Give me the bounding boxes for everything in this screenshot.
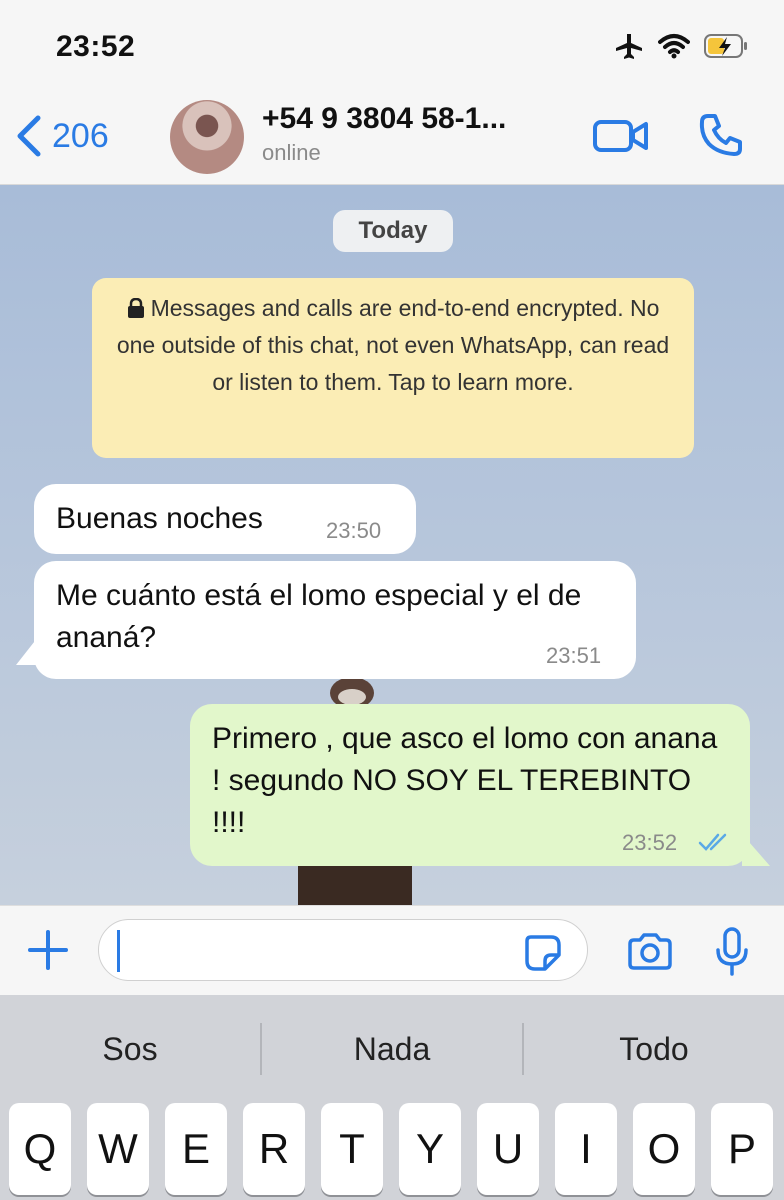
camera-button[interactable]	[626, 932, 674, 977]
message-bubble-incoming[interactable]: Me cuánto está el lomo especial y el de …	[34, 561, 636, 679]
message-bubble-incoming[interactable]: Buenas noches 23:50	[34, 484, 416, 554]
message-text: Buenas noches	[56, 502, 263, 535]
microphone-icon	[716, 927, 748, 976]
chat-header: 206 +54 9 3804 58-1... online	[0, 92, 784, 185]
key-o[interactable]: O	[633, 1103, 695, 1195]
read-receipt-icon	[698, 833, 727, 851]
predictive-bar: Sos Nada Todo	[0, 1013, 784, 1085]
suggestion-item[interactable]: Nada	[262, 1013, 522, 1085]
wifi-icon	[658, 34, 690, 59]
status-bar: 23:52	[0, 0, 784, 92]
keyboard-row-1: Q W E R T Y U I O P	[0, 1103, 784, 1195]
date-label: Today	[333, 210, 453, 252]
camera-icon	[628, 933, 672, 970]
message-time: 23:52	[622, 830, 678, 855]
key-r[interactable]: R	[243, 1103, 305, 1195]
suggestion-item[interactable]: Sos	[0, 1013, 260, 1085]
key-t[interactable]: T	[321, 1103, 383, 1195]
suggestion-item[interactable]: Todo	[524, 1013, 784, 1085]
plus-icon	[28, 930, 68, 970]
message-time: 23:51	[546, 643, 602, 668]
message-text: Primero , que asco el lomo con anana ! s…	[212, 722, 718, 839]
microphone-button[interactable]	[714, 926, 750, 983]
key-p[interactable]: P	[711, 1103, 773, 1195]
contact-info[interactable]: +54 9 3804 58-1... online	[262, 102, 506, 166]
key-e[interactable]: E	[165, 1103, 227, 1195]
key-q[interactable]: Q	[9, 1103, 71, 1195]
status-icons	[614, 32, 748, 60]
phone-icon	[699, 114, 742, 156]
contact-status: online	[262, 140, 321, 165]
airplane-icon	[616, 34, 642, 59]
video-call-button[interactable]	[592, 116, 650, 161]
encryption-notice-text: Messages and calls are end-to-end encryp…	[116, 295, 670, 395]
message-composer	[0, 905, 784, 996]
key-i[interactable]: I	[555, 1103, 617, 1195]
status-time: 23:52	[56, 30, 136, 63]
message-input[interactable]	[98, 919, 588, 981]
avatar[interactable]	[170, 100, 244, 174]
back-button[interactable]: 206	[16, 114, 109, 158]
back-count: 206	[52, 116, 109, 155]
voice-call-button[interactable]	[698, 112, 744, 163]
lock-icon	[127, 297, 144, 318]
keyboard: Sos Nada Todo Q W E R T Y U I O P	[0, 995, 784, 1200]
chat-area[interactable]: Today Messages and calls are end-to-end …	[0, 185, 784, 905]
message-bubble-outgoing[interactable]: Primero , que asco el lomo con anana ! s…	[190, 704, 750, 866]
battery-charging-icon	[704, 34, 747, 58]
video-camera-icon	[593, 120, 648, 152]
text-caret	[117, 930, 120, 972]
encryption-notice[interactable]: Messages and calls are end-to-end encryp…	[92, 278, 694, 458]
message-time: 23:50	[326, 518, 382, 543]
key-u[interactable]: U	[477, 1103, 539, 1195]
sticker-icon	[525, 935, 561, 971]
key-y[interactable]: Y	[399, 1103, 461, 1195]
key-w[interactable]: W	[87, 1103, 149, 1195]
sticker-button[interactable]	[523, 933, 563, 978]
contact-name: +54 9 3804 58-1...	[262, 102, 507, 135]
attach-button[interactable]	[26, 928, 70, 977]
chevron-left-icon	[17, 115, 41, 157]
message-text: Me cuánto está el lomo especial y el de …	[56, 579, 582, 654]
